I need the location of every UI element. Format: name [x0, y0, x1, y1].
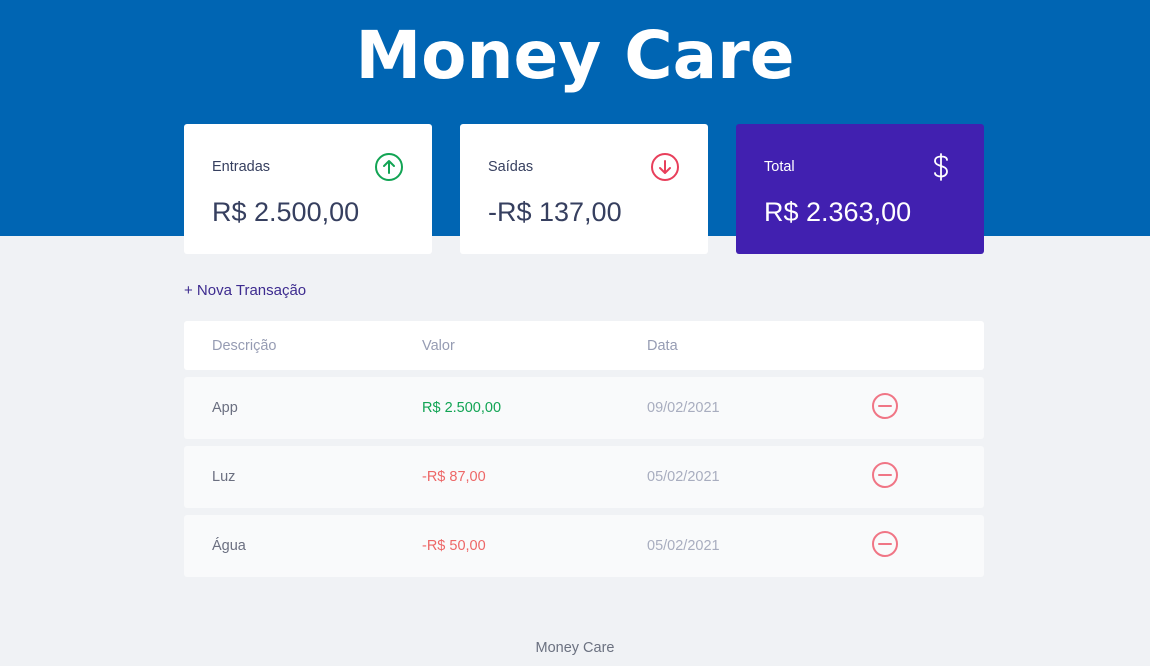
remove-transaction-cell: [870, 446, 900, 508]
row-date: 05/02/2021: [647, 538, 720, 554]
row-amount: R$ 2.500,00: [422, 400, 502, 416]
row-amount: -R$ 87,00: [422, 469, 486, 485]
remove-transaction-cell: [870, 377, 900, 439]
table-row: App R$ 2.500,00 09/02/2021: [184, 377, 984, 439]
minus-circle-icon[interactable]: [870, 529, 900, 559]
income-label: Entradas: [212, 159, 271, 175]
row-description: Água: [212, 538, 246, 554]
header-description: Descrição: [212, 337, 277, 354]
header-amount: Valor: [422, 337, 455, 354]
new-transaction-link[interactable]: + Nova Transação: [184, 282, 306, 299]
app-logo: Money Care: [355, 17, 795, 94]
minus-circle-icon[interactable]: [870, 391, 900, 421]
minus-circle-icon[interactable]: [870, 460, 900, 490]
total-label: Total: [764, 159, 795, 175]
remove-transaction-cell: [870, 515, 900, 577]
dollar-sign-icon: [934, 153, 948, 181]
row-date: 09/02/2021: [647, 400, 720, 416]
footer: Money Care: [535, 640, 615, 656]
row-amount: -R$ 50,00: [422, 538, 486, 554]
table-row: Luz -R$ 87,00 05/02/2021: [184, 446, 984, 508]
total-value: R$ 2.363,00: [764, 197, 912, 227]
row-date: 05/02/2021: [647, 469, 720, 485]
income-value: R$ 2.500,00: [212, 197, 360, 227]
row-description: Luz: [212, 469, 236, 485]
income-card: Entradas R$ 2.500,00: [184, 124, 432, 254]
expense-card: Saídas -R$ 137,00: [460, 124, 708, 254]
total-card: Total R$ 2.363,00: [736, 124, 984, 254]
arrow-up-circle-icon: [375, 153, 403, 181]
arrow-down-circle-icon: [651, 153, 679, 181]
row-description: App: [212, 400, 238, 416]
expense-label: Saídas: [488, 159, 534, 175]
table-row: Água -R$ 50,00 05/02/2021: [184, 515, 984, 577]
expense-value: -R$ 137,00: [488, 197, 622, 227]
header-date: Data: [647, 337, 678, 354]
table-header: Descrição Valor Data: [184, 321, 984, 370]
